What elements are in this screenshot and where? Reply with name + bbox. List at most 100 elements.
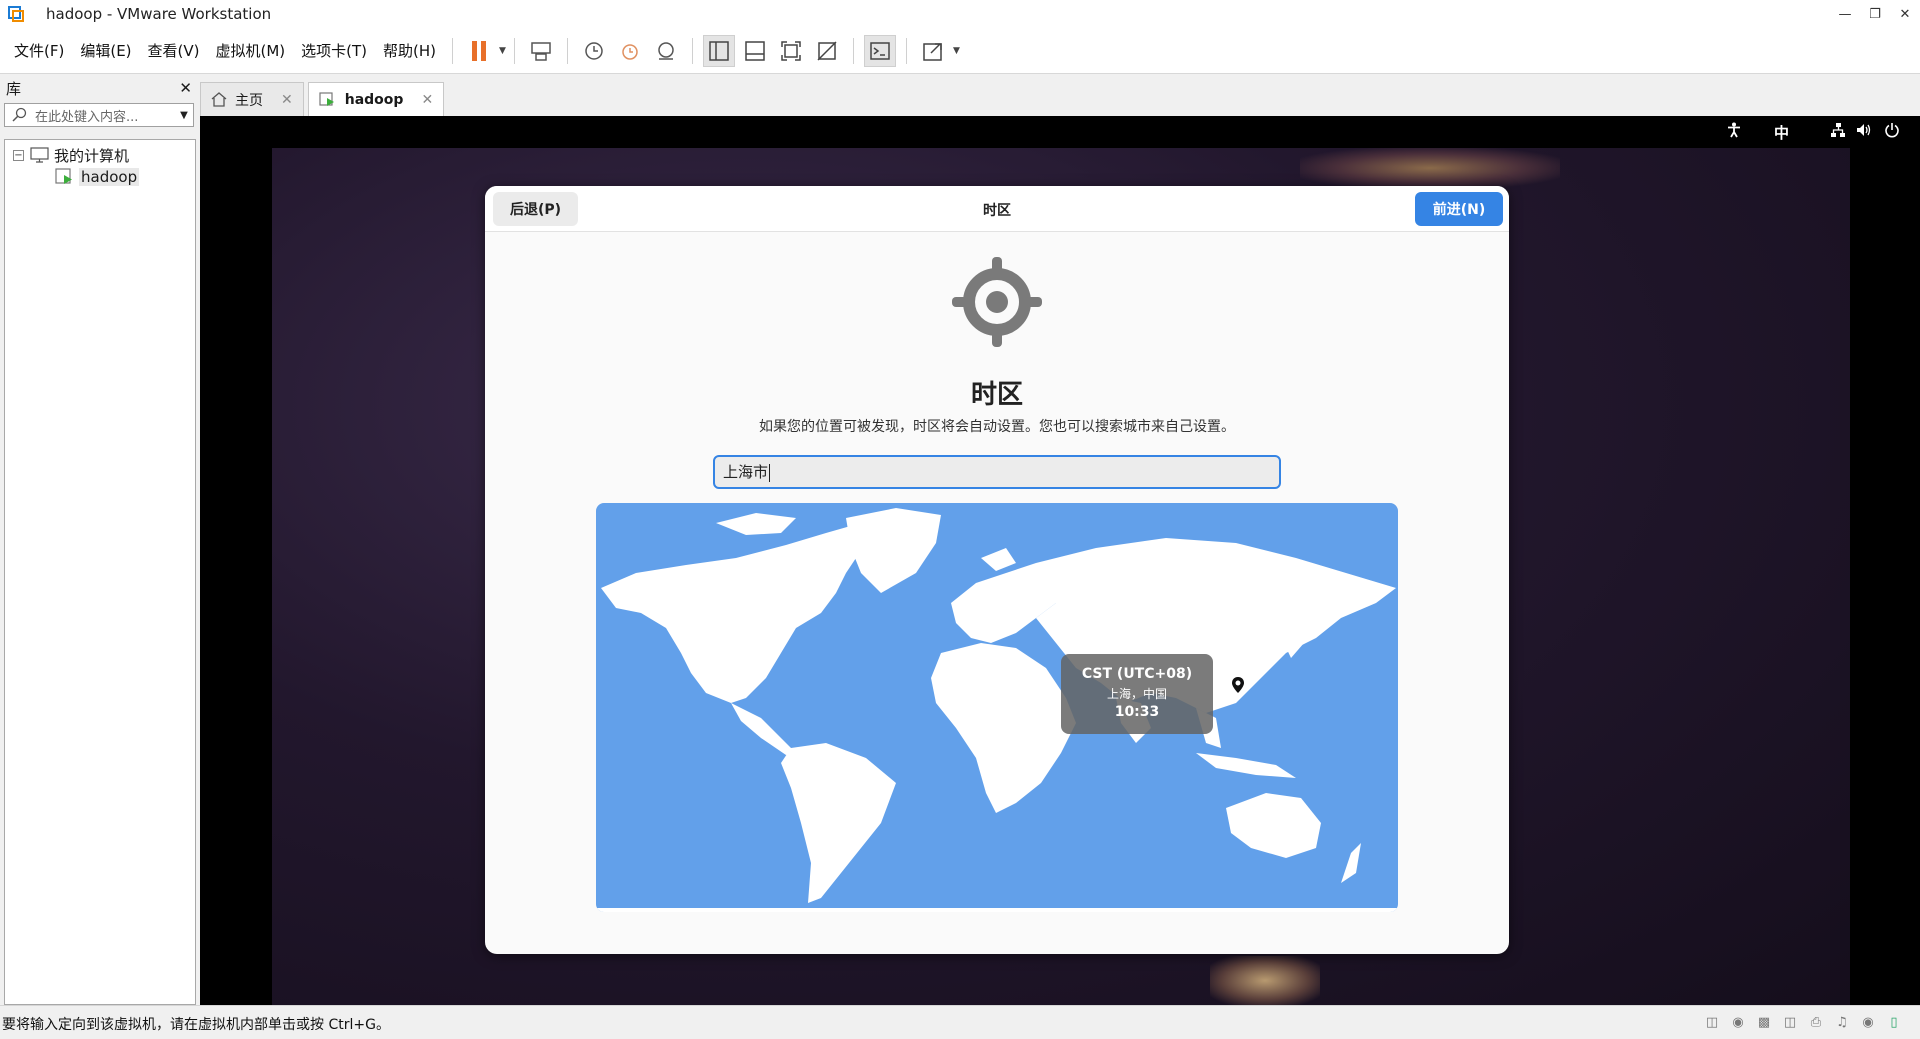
console-view-button[interactable] xyxy=(863,34,896,67)
network-icon[interactable] xyxy=(1830,122,1846,142)
collapse-icon[interactable]: − xyxy=(13,149,24,161)
tab-close-icon[interactable]: ✕ xyxy=(281,92,293,108)
status-message: 要将输入定向到该虚拟机，请在虚拟机内部单击或按 Ctrl+G。 xyxy=(2,1017,390,1033)
text-caret xyxy=(769,463,771,482)
status-bar: 要将输入定向到该虚拟机，请在虚拟机内部单击或按 Ctrl+G。 ◫ ◉ ▩ ◫ … xyxy=(0,1005,1920,1039)
library-search-placeholder: 在此处键入内容... xyxy=(35,109,139,125)
cd-rom-icon[interactable]: ◉ xyxy=(1728,1012,1748,1032)
tab-hadoop[interactable]: hadoop ✕ xyxy=(307,82,445,116)
timezone-tooltip: CST (UTC+08) 上海，中国 10:33 xyxy=(1061,654,1213,734)
tab-close-icon[interactable]: ✕ xyxy=(421,92,433,108)
tree-root-label: 我的计算机 xyxy=(54,146,130,165)
pause-button[interactable] xyxy=(463,35,495,67)
revert-snapshot-button[interactable] xyxy=(614,35,646,67)
toolbar-separator xyxy=(513,37,515,64)
window-title: hadoop - VMware Workstation xyxy=(46,5,272,23)
timezone-code: CST (UTC+08) xyxy=(1081,666,1193,682)
chevron-down-icon[interactable]: ▼ xyxy=(175,110,193,121)
toolbar-separator xyxy=(905,37,907,64)
sound-card-icon[interactable]: ♫ xyxy=(1832,1012,1852,1032)
guest-top-bar: 中 xyxy=(200,116,1920,148)
library-close-icon[interactable]: ✕ xyxy=(179,79,192,97)
search-icon xyxy=(12,107,27,122)
dialog-header-title: 时区 xyxy=(983,203,1011,219)
library-panel: 库 ✕ 在此处键入内容... ▼ − 我的计算机 hadoop xyxy=(0,75,198,1005)
pause-icon xyxy=(472,40,487,61)
menu-view[interactable]: 查看(V) xyxy=(140,28,208,74)
minimize-icon[interactable]: — xyxy=(1830,0,1860,28)
printer-icon[interactable]: ⎙ xyxy=(1806,1012,1826,1032)
tree-item-hadoop[interactable]: hadoop xyxy=(5,166,195,188)
tab-home-label: 主页 xyxy=(235,92,263,109)
accessibility-icon[interactable] xyxy=(1727,122,1741,142)
show-library-button[interactable] xyxy=(702,34,735,67)
menu-edit[interactable]: 编辑(E) xyxy=(72,28,139,74)
display-icon[interactable]: ◉ xyxy=(1858,1012,1878,1032)
usb-icon[interactable]: ◫ xyxy=(1780,1012,1800,1032)
timezone-search-value: 上海市 xyxy=(723,463,769,481)
full-screen-button[interactable] xyxy=(775,35,807,67)
dialog-header: 后退(P) 时区 前进(N) xyxy=(485,186,1509,232)
library-view-icon xyxy=(709,40,729,61)
menu-help[interactable]: 帮助(H) xyxy=(375,28,444,74)
title-bar: hadoop - VMware Workstation — ❐ ✕ xyxy=(0,0,1920,28)
unity-icon xyxy=(817,40,837,61)
vm-console[interactable]: 中 后退(P) 时区 前进(N) 时区 如果您的位置可被发现，时区将会自动设置。… xyxy=(200,116,1920,1005)
world-map-land xyxy=(596,508,1398,912)
vmware-logo-icon xyxy=(6,4,26,24)
unity-button[interactable] xyxy=(811,35,843,67)
revert-snapshot-icon xyxy=(622,43,638,60)
tab-hadoop-label: hadoop xyxy=(344,91,404,108)
library-search-input[interactable]: 在此处键入内容... ▼ xyxy=(4,103,194,127)
stretch-dropdown-icon[interactable]: ▼ xyxy=(953,46,960,56)
console-icon xyxy=(870,41,890,60)
timezone-time: 10:33 xyxy=(1114,704,1160,720)
menu-vm[interactable]: 虚拟机(M) xyxy=(208,28,294,74)
stretch-guest-button[interactable] xyxy=(917,35,949,67)
page-description: 如果您的位置可被发现，时区将会自动设置。您也可以搜索城市来自己设置。 xyxy=(759,419,1235,435)
restore-icon[interactable]: ❐ xyxy=(1860,0,1890,28)
location-pin-icon xyxy=(1232,677,1244,693)
toolbar-separator xyxy=(452,37,454,64)
snapshot-manager-button[interactable] xyxy=(650,35,682,67)
vm-running-icon xyxy=(55,168,72,184)
world-map[interactable]: CST (UTC+08) 上海，中国 10:33 xyxy=(596,503,1398,912)
message-log-icon[interactable]: ▯ xyxy=(1884,1012,1904,1032)
next-button[interactable]: 前进(N) xyxy=(1415,192,1503,226)
toolbar-separator xyxy=(691,37,693,64)
snapshot-manager-icon xyxy=(658,41,674,60)
full-screen-icon xyxy=(781,40,801,61)
menu-tabs[interactable]: 选项卡(T) xyxy=(293,28,375,74)
menu-toolbar: 文件(F) 编辑(E) 查看(V) 虚拟机(M) 选项卡(T) 帮助(H) ▼ … xyxy=(0,28,1920,74)
power-icon[interactable] xyxy=(1884,122,1900,142)
library-tree: − 我的计算机 hadoop xyxy=(4,139,196,1005)
snapshot-icon xyxy=(585,41,603,60)
send-keys-icon xyxy=(531,41,551,61)
take-snapshot-button[interactable] xyxy=(578,35,610,67)
tree-child-label: hadoop xyxy=(79,168,140,186)
toolbar-separator xyxy=(566,37,568,64)
computer-icon xyxy=(30,147,49,163)
stretch-icon xyxy=(923,42,942,61)
page-title: 时区 xyxy=(970,380,1023,410)
vm-running-icon xyxy=(319,91,334,106)
wallpaper-decoration xyxy=(1210,956,1320,1005)
hard-disk-icon[interactable]: ◫ xyxy=(1702,1012,1722,1032)
send-ctrl-alt-del-button[interactable] xyxy=(525,35,557,67)
device-status-icons: ◫ ◉ ▩ ◫ ⎙ ♫ ◉ ▯ xyxy=(1702,1012,1904,1032)
tree-item-my-computer[interactable]: − 我的计算机 xyxy=(5,144,195,166)
library-title: 库 xyxy=(6,79,22,98)
thumbnail-view-icon xyxy=(745,40,765,61)
timezone-location: 上海，中国 xyxy=(1106,687,1167,701)
power-dropdown-icon[interactable]: ▼ xyxy=(499,46,506,56)
timezone-search-input[interactable]: 上海市 xyxy=(713,455,1281,489)
library-header: 库 ✕ xyxy=(0,75,198,101)
close-icon[interactable]: ✕ xyxy=(1890,0,1920,28)
tab-home[interactable]: 主页 ✕ xyxy=(200,82,304,116)
input-method-indicator[interactable]: 中 xyxy=(1774,122,1789,143)
tab-bar: 主页 ✕ hadoop ✕ xyxy=(200,80,1920,116)
volume-icon[interactable] xyxy=(1856,122,1872,142)
network-adapter-icon[interactable]: ▩ xyxy=(1754,1012,1774,1032)
thumbnail-bar-button[interactable] xyxy=(739,35,771,67)
menu-file[interactable]: 文件(F) xyxy=(6,28,72,74)
